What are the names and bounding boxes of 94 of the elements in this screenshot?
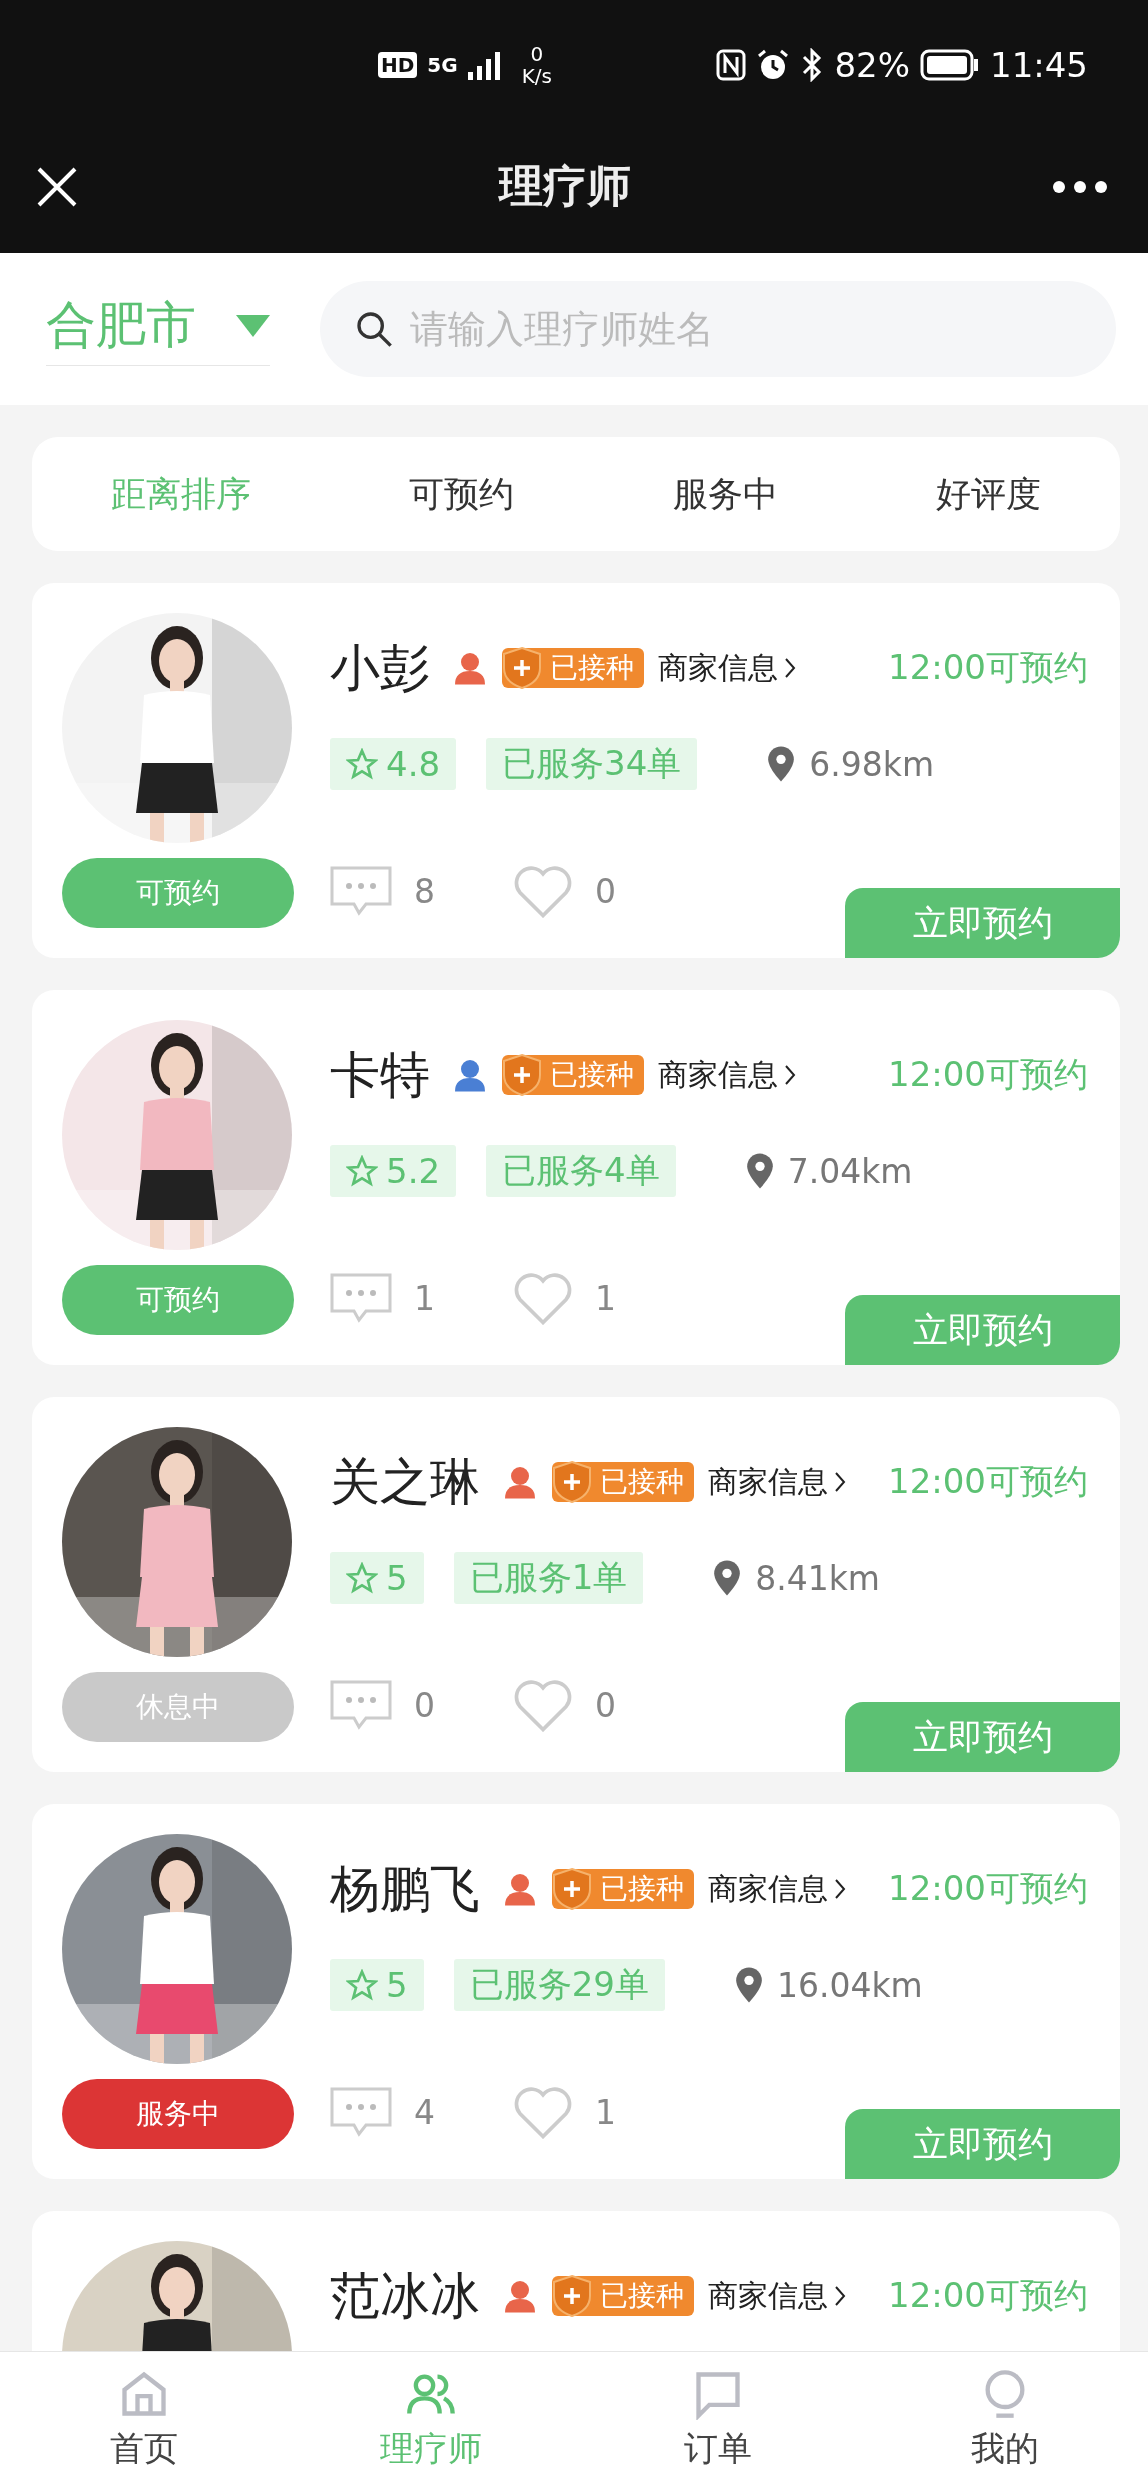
distance: 7.04km [787, 1151, 913, 1191]
star-icon [346, 748, 378, 780]
vaccinated-badge: 已接种 [502, 1055, 644, 1095]
comment-count: 1 [414, 1278, 435, 1318]
merchant-link[interactable]: 商家信息 [708, 1461, 828, 1503]
comment-count: 4 [414, 2092, 435, 2132]
availability-time: 12:00可预约 [888, 1867, 1088, 1910]
heart-icon[interactable] [513, 1678, 573, 1732]
person-icon [452, 650, 488, 686]
person-icon [502, 2278, 538, 2314]
like-count: 1 [595, 2092, 616, 2132]
comment-count: 0 [414, 1685, 435, 1725]
heart-icon[interactable] [513, 1271, 573, 1325]
speed-unit: K/s [521, 65, 552, 87]
network-type: 5G [427, 53, 458, 77]
therapist-card[interactable]: 范冰冰 已接种 商家信息 12:00可预约 [32, 2211, 1120, 2351]
served-count: 已服务34单 [486, 738, 698, 790]
chevron-right-icon [784, 657, 796, 679]
therapist-card[interactable]: 可预约 卡特 已接种 商家信息 12:00可预约 5.2 已服务4单 7.04km 1 1 立即预约 [32, 990, 1120, 1365]
search-icon [354, 309, 394, 349]
person-icon [452, 1057, 488, 1093]
sort-tab[interactable]: 服务中 [662, 460, 788, 528]
merchant-link[interactable]: 商家信息 [708, 1868, 828, 1910]
therapist-card[interactable]: 可预约 小彭 已接种 商家信息 12:00可预约 4.8 已服务34单 6.98km 8 0 立即预约 [32, 583, 1120, 958]
vaccinated-badge: 已接种 [502, 648, 644, 688]
chevron-right-icon [834, 1878, 846, 1900]
like-count: 0 [595, 1685, 616, 1725]
availability-time: 12:00可预约 [888, 1053, 1088, 1096]
alarm-icon [756, 48, 791, 82]
heart-icon[interactable] [513, 864, 573, 918]
hd-indicator: HD [378, 52, 418, 78]
comment-icon[interactable] [330, 1273, 392, 1323]
therapist-name: 小彭 [330, 637, 430, 699]
vaccinated-badge: 已接种 [552, 1462, 694, 1502]
search-field[interactable]: 请输入理疗师姓名 [320, 281, 1116, 377]
availability-time: 12:00可预约 [888, 2274, 1088, 2317]
status-pill: 可预约 [62, 858, 294, 928]
location-pin-icon [734, 1967, 763, 2003]
served-count: 已服务29单 [453, 1959, 665, 2011]
more-button[interactable] [1052, 179, 1108, 194]
close-button[interactable] [36, 165, 78, 208]
vaccinated-badge: 已接种 [552, 1869, 694, 1909]
person-icon [502, 1464, 538, 1500]
rating-chip: 4.8 [330, 738, 457, 790]
comment-count: 8 [414, 871, 435, 911]
dropdown-caret-icon [236, 314, 270, 337]
therapist-name: 杨鹏飞 [330, 1858, 480, 1920]
rating-chip: 5 [330, 1959, 424, 2011]
sort-tab[interactable]: 好评度 [925, 460, 1051, 528]
like-count: 1 [595, 1278, 616, 1318]
location-pin-icon [745, 1153, 774, 1189]
availability-time: 12:00可预约 [888, 1460, 1088, 1503]
battery-percent: 82% [834, 45, 910, 85]
chevron-right-icon [834, 2285, 846, 2307]
nav-tab[interactable]: 订单 [574, 2352, 861, 2492]
chevron-right-icon [834, 1471, 846, 1493]
therapist-name: 卡特 [330, 1044, 430, 1106]
merchant-link[interactable]: 商家信息 [708, 2275, 828, 2317]
rating-chip: 5.2 [330, 1145, 457, 1197]
star-icon [346, 1969, 378, 2001]
therapist-name: 范冰冰 [330, 2265, 480, 2327]
therapist-name: 关之琳 [330, 1451, 480, 1513]
served-count: 已服务4单 [486, 1145, 676, 1197]
merchant-link[interactable]: 商家信息 [658, 1054, 778, 1096]
page-title: 理疗师 [499, 159, 631, 213]
vaccinated-badge: 已接种 [552, 2276, 694, 2316]
star-icon [346, 1562, 378, 1594]
sort-tab[interactable]: 可预约 [399, 460, 525, 528]
nav-tab[interactable]: 我的 [861, 2352, 1148, 2492]
location-pin-icon [713, 1560, 742, 1596]
availability-time: 12:00可预约 [888, 646, 1088, 689]
distance: 16.04km [776, 1965, 923, 2005]
chevron-right-icon [784, 1064, 796, 1086]
status-pill: 可预约 [62, 1265, 294, 1335]
comment-icon[interactable] [330, 1680, 392, 1730]
distance: 8.41km [755, 1558, 880, 1598]
served-count: 已服务1单 [453, 1552, 644, 1604]
status-pill: 服务中 [62, 2079, 294, 2149]
person-icon [502, 1871, 538, 1907]
nav-tab[interactable]: 首页 [0, 2352, 287, 2492]
battery-icon [920, 49, 980, 81]
therapist-card[interactable]: 服务中 杨鹏飞 已接种 商家信息 12:00可预约 5 已服务29单 16.04km 4 1 立即预约 [32, 1804, 1120, 2179]
rating-chip: 5 [330, 1552, 424, 1604]
comment-icon[interactable] [330, 866, 392, 916]
distance: 6.98km [809, 744, 935, 784]
merchant-link[interactable]: 商家信息 [658, 647, 778, 689]
location-pin-icon [767, 746, 796, 782]
clock: 11:45 [990, 45, 1088, 85]
like-count: 0 [595, 871, 616, 911]
comment-icon[interactable] [330, 2087, 392, 2137]
star-icon [346, 1155, 378, 1187]
heart-icon[interactable] [513, 2085, 573, 2139]
nfc-icon [716, 49, 747, 81]
speed-value: 0 [530, 43, 544, 65]
